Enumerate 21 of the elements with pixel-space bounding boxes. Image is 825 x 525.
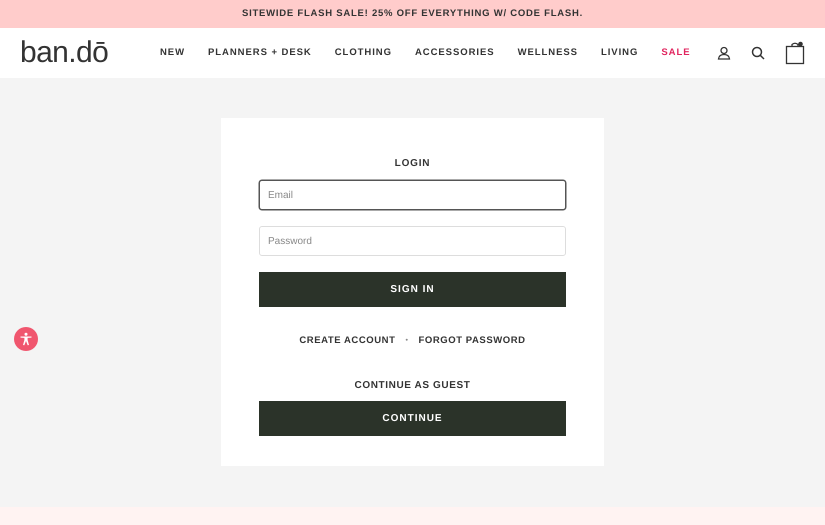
accessibility-icon (19, 332, 33, 346)
search-icon[interactable] (751, 46, 765, 60)
nav-link[interactable]: CLOTHING (334, 46, 392, 60)
shopping-bag-icon[interactable] (785, 41, 805, 65)
nav-link[interactable]: ACCESSORIES (414, 46, 495, 60)
nav-link[interactable]: PLANNERS + DESK (208, 46, 312, 60)
nav-link[interactable]: SALE (661, 46, 690, 60)
nav-link[interactable]: LIVING (600, 46, 638, 60)
login-heading: LOGIN (394, 157, 430, 171)
create-account-link[interactable]: CREATE ACCOUNT (299, 334, 396, 348)
account-icon[interactable] (717, 46, 731, 60)
sign-in-button[interactable]: SIGN IN (259, 272, 566, 307)
logo[interactable]: ban.dō (20, 38, 140, 68)
continue-button[interactable]: CONTINUE (259, 401, 566, 436)
guest-heading: CONTINUE AS GUEST (354, 379, 470, 394)
nav-link[interactable]: NEW (160, 46, 186, 60)
input-field[interactable]: Email (259, 180, 566, 210)
accessibility-button[interactable] (14, 327, 38, 351)
forgot-password-link[interactable]: FORGOT PASSWORD (418, 334, 526, 348)
nav-link[interactable]: WELLNESS (518, 46, 578, 60)
announcement-text: SITEWIDE FLASH SALE! 25% OFF EVERYTHING W/ CODE FLASH. (242, 6, 583, 21)
